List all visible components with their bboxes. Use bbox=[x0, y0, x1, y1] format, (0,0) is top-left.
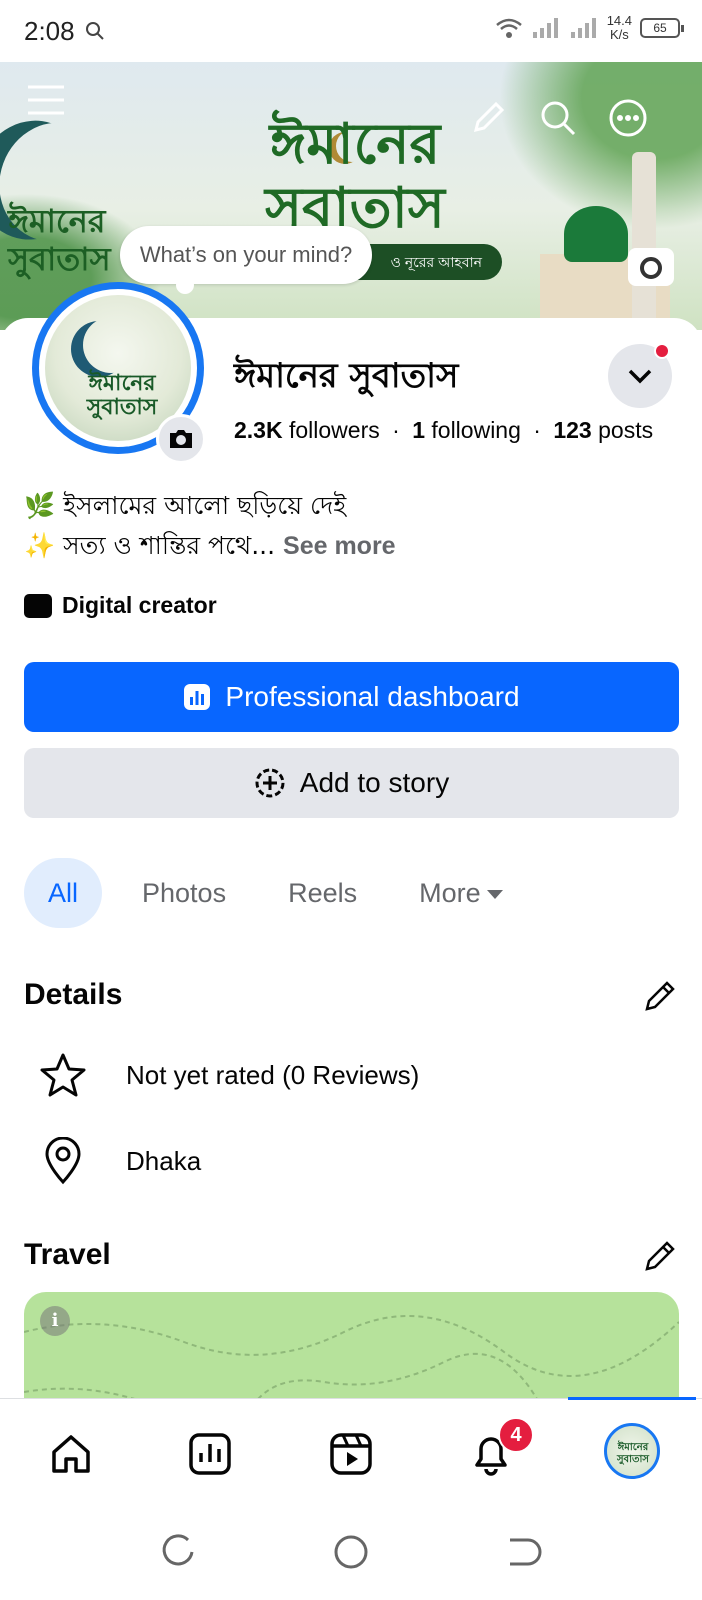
cover-camera-button[interactable] bbox=[628, 248, 674, 286]
notifications-badge: 4 bbox=[498, 1417, 534, 1453]
add-to-story-label: Add to story bbox=[299, 767, 450, 798]
nav-reels[interactable] bbox=[326, 1429, 376, 1479]
nav-profile-avatar[interactable]: ঈমানের সুবাতাস bbox=[604, 1423, 660, 1479]
location-text: Dhaka bbox=[126, 1145, 202, 1176]
chevron-down-icon bbox=[628, 369, 652, 384]
reels-icon bbox=[330, 1433, 372, 1475]
signal-icon-2 bbox=[570, 18, 596, 38]
profile-tabs: All Photos Reels More bbox=[24, 858, 543, 928]
system-nav-bar bbox=[0, 1508, 702, 1600]
network-speed-unit: K/s bbox=[609, 27, 629, 42]
caret-down-icon bbox=[486, 890, 503, 900]
clapperboard-icon bbox=[24, 593, 52, 618]
posts-label: posts bbox=[598, 417, 654, 443]
search-icon bbox=[541, 101, 576, 136]
profile-name: ঈমানের সুবাতাস bbox=[234, 356, 459, 396]
posts-count: 123 bbox=[553, 417, 592, 443]
menu-icon bbox=[28, 85, 64, 115]
details-edit-button[interactable] bbox=[640, 976, 680, 1016]
camera-icon bbox=[170, 430, 192, 448]
camera-icon bbox=[640, 257, 662, 279]
add-to-story-button[interactable]: Add to story bbox=[24, 748, 679, 818]
tab-more[interactable]: More bbox=[397, 858, 525, 928]
followers-count[interactable]: 2.3K bbox=[234, 417, 283, 443]
home-icon bbox=[52, 1435, 90, 1473]
bio-line-1: 🌿 ইসলামের আলো ছড়িয়ে দেই bbox=[24, 491, 347, 520]
menu-button[interactable] bbox=[24, 78, 68, 122]
following-count[interactable]: 1 bbox=[412, 417, 425, 443]
nav-avatar-text: ঈমানের সুবাতাস bbox=[616, 1442, 650, 1465]
edit-profile-button[interactable] bbox=[466, 96, 510, 140]
cover-logo-line1: ঈমানের bbox=[8, 202, 106, 240]
status-bar: 2:08 14.4 K/s 65 bbox=[0, 0, 702, 62]
travel-edit-button[interactable] bbox=[640, 1236, 680, 1276]
edit-icon bbox=[645, 1241, 675, 1271]
cover-title-line1: ঈমানের bbox=[269, 111, 441, 177]
detail-location-row: Dhaka bbox=[38, 1136, 201, 1186]
map-info-icon[interactable]: i bbox=[40, 1306, 70, 1336]
nav-home[interactable] bbox=[46, 1429, 96, 1479]
followers-label[interactable]: followers bbox=[289, 417, 380, 443]
cover-logo-text: ঈমানের সুবাতাস bbox=[8, 202, 111, 278]
more-options-button[interactable] bbox=[606, 96, 650, 140]
dashboard-icon bbox=[184, 684, 211, 710]
network-speed: 14.4 K/s bbox=[607, 14, 632, 42]
bottom-nav: 4 ঈমানের সুবাতাস bbox=[0, 1397, 702, 1508]
stats-separator: · bbox=[533, 417, 541, 443]
cover-logo-line2: সুবাতাস bbox=[8, 240, 111, 278]
network-speed-value: 14.4 bbox=[606, 13, 632, 28]
whats-on-your-mind-bubble[interactable]: What’s on your mind? bbox=[120, 226, 372, 294]
tab-more-label: More bbox=[419, 878, 481, 908]
category-label: Digital creator bbox=[62, 592, 217, 618]
cover-title: ঈমানের সুবাতাস bbox=[230, 112, 480, 240]
edit-icon bbox=[473, 101, 505, 133]
edit-icon bbox=[645, 981, 675, 1011]
status-time: 2:08 bbox=[24, 15, 75, 46]
bio-line-2-text: ✨ সত্য ও শান্তির পথে... bbox=[24, 531, 276, 560]
insights-icon bbox=[189, 1433, 231, 1475]
rating-text: Not yet rated (0 Reviews) bbox=[126, 1059, 420, 1090]
signal-icon bbox=[532, 18, 558, 38]
travel-title: Travel bbox=[24, 1238, 111, 1271]
search-button[interactable] bbox=[536, 96, 580, 140]
detail-rating-row: Not yet rated (0 Reviews) bbox=[38, 1050, 419, 1100]
details-title: Details bbox=[24, 978, 123, 1011]
battery-icon: 65 bbox=[640, 18, 684, 38]
avatar-camera-button[interactable] bbox=[156, 414, 206, 464]
wifi-icon bbox=[495, 18, 522, 38]
profile-category: Digital creator bbox=[24, 592, 217, 619]
notification-dot bbox=[654, 343, 670, 359]
tab-reels[interactable]: Reels bbox=[266, 858, 379, 928]
recent-apps-icon[interactable] bbox=[160, 1532, 200, 1572]
home-system-icon[interactable] bbox=[331, 1532, 371, 1572]
tab-photos[interactable]: Photos bbox=[120, 858, 248, 928]
stats-separator: · bbox=[392, 417, 400, 443]
app-notification-icon bbox=[85, 22, 104, 40]
star-icon bbox=[38, 1050, 88, 1100]
profile-bio: 🌿 ইসলামের আলো ছড়িয়ে দেই ✨ সত্য ও শান্ত… bbox=[24, 486, 396, 566]
following-label[interactable]: following bbox=[431, 417, 521, 443]
avatar-logo-text: ঈমানের সুবাতাস bbox=[86, 370, 158, 420]
more-icon bbox=[609, 99, 647, 137]
bio-line-2: ✨ সত্য ও শান্তির পথে... See more bbox=[24, 526, 396, 566]
profile-stats: 2.3K followers · 1 following · 123 posts bbox=[234, 417, 653, 444]
active-tab-indicator bbox=[568, 1397, 696, 1400]
see-more-link[interactable]: See more bbox=[283, 532, 396, 560]
add-story-icon bbox=[255, 768, 285, 798]
location-icon bbox=[38, 1136, 88, 1186]
professional-dashboard-button[interactable]: Professional dashboard bbox=[24, 662, 679, 732]
back-icon[interactable] bbox=[502, 1532, 542, 1572]
professional-dashboard-label: Professional dashboard bbox=[225, 681, 520, 712]
nav-insights[interactable] bbox=[185, 1429, 235, 1479]
avatar-crescent-icon bbox=[83, 317, 139, 373]
status-right: 14.4 K/s 65 bbox=[495, 14, 684, 42]
tab-all[interactable]: All bbox=[24, 858, 103, 928]
